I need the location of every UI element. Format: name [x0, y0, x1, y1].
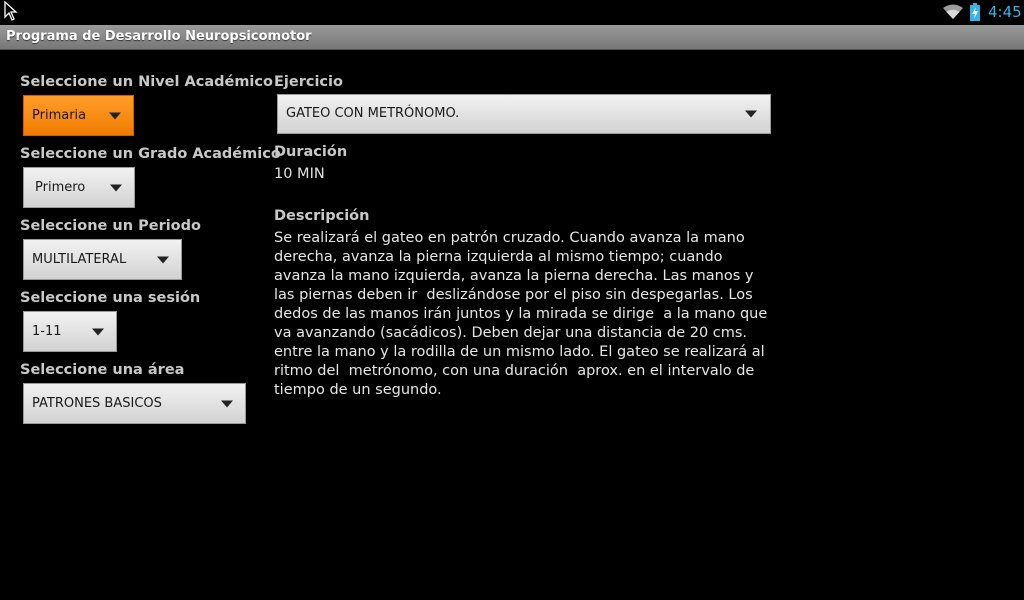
- status-bar: 4:45: [0, 0, 1024, 25]
- sesion-label: Seleccione una sesión: [20, 290, 201, 306]
- ejercicio-label: Ejercicio: [274, 74, 343, 90]
- nivel-label: Seleccione un Nivel Académico: [20, 74, 273, 90]
- dropdown-arrow-icon: [745, 110, 757, 118]
- nivel-spinner[interactable]: Primaria: [23, 95, 134, 136]
- area-label: Seleccione una área: [20, 362, 185, 378]
- periodo-value: MULTILATERAL: [32, 251, 127, 267]
- app-screen: 4:45 Programa de Desarrollo Neuropsicomo…: [0, 0, 1024, 600]
- battery-charging-icon: [969, 3, 981, 25]
- descripcion-label: Descripción: [274, 208, 370, 224]
- title-bar: Programa de Desarrollo Neuropsicomotor: [0, 25, 1024, 50]
- duracion-value: 10 MIN: [274, 166, 325, 182]
- cursor-icon: [4, 0, 18, 25]
- sesion-spinner[interactable]: 1-11: [23, 311, 117, 352]
- area-spinner[interactable]: PATRONES BASICOS: [23, 383, 246, 424]
- app-title: Programa de Desarrollo Neuropsicomotor: [6, 29, 312, 44]
- dropdown-arrow-icon: [92, 328, 104, 335]
- area-value: PATRONES BASICOS: [32, 395, 162, 411]
- grado-value: Primero: [35, 179, 86, 195]
- descripcion-text: Se realizará el gateo en patrón cruzado.…: [274, 230, 768, 398]
- grado-label: Seleccione un Grado Académico: [20, 146, 281, 162]
- dropdown-arrow-icon: [221, 400, 233, 407]
- periodo-label: Seleccione un Periodo: [20, 218, 201, 234]
- duracion-label: Duración: [274, 144, 348, 160]
- periodo-spinner[interactable]: MULTILATERAL: [23, 239, 182, 280]
- dropdown-arrow-icon: [110, 184, 122, 191]
- dropdown-arrow-icon: [109, 112, 121, 119]
- wifi-icon: [943, 4, 963, 24]
- grado-spinner[interactable]: Primero: [23, 167, 135, 208]
- ejercicio-spinner[interactable]: GATEO CON METRÓNOMO.: [277, 94, 771, 134]
- dropdown-arrow-icon: [157, 256, 169, 263]
- sesion-value: 1-11: [32, 323, 62, 339]
- nivel-value: Primaria: [32, 107, 87, 123]
- clock: 4:45: [988, 3, 1022, 21]
- ejercicio-value: GATEO CON METRÓNOMO.: [286, 106, 460, 121]
